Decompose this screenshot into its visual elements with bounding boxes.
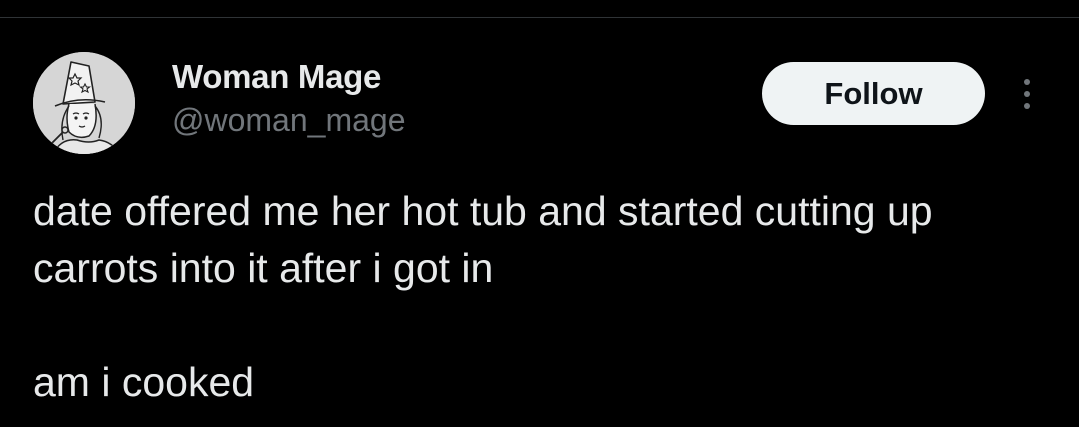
author-display-name[interactable]: Woman Mage: [172, 58, 381, 96]
tweet-paragraph: am i cooked: [33, 359, 255, 405]
top-divider: [0, 17, 1079, 18]
more-vertical-icon[interactable]: [1010, 72, 1044, 116]
author-handle[interactable]: @woman_mage: [172, 102, 405, 139]
follow-button[interactable]: Follow: [762, 62, 985, 125]
witch-sketch-avatar-icon: [33, 52, 135, 154]
more-dot: [1024, 91, 1030, 97]
tweet-paragraph: date offered me her hot tub and started …: [33, 188, 933, 291]
tweet-text: date offered me her hot tub and started …: [33, 183, 1033, 411]
avatar[interactable]: [33, 52, 135, 154]
more-dot: [1024, 79, 1030, 85]
more-dot: [1024, 103, 1030, 109]
